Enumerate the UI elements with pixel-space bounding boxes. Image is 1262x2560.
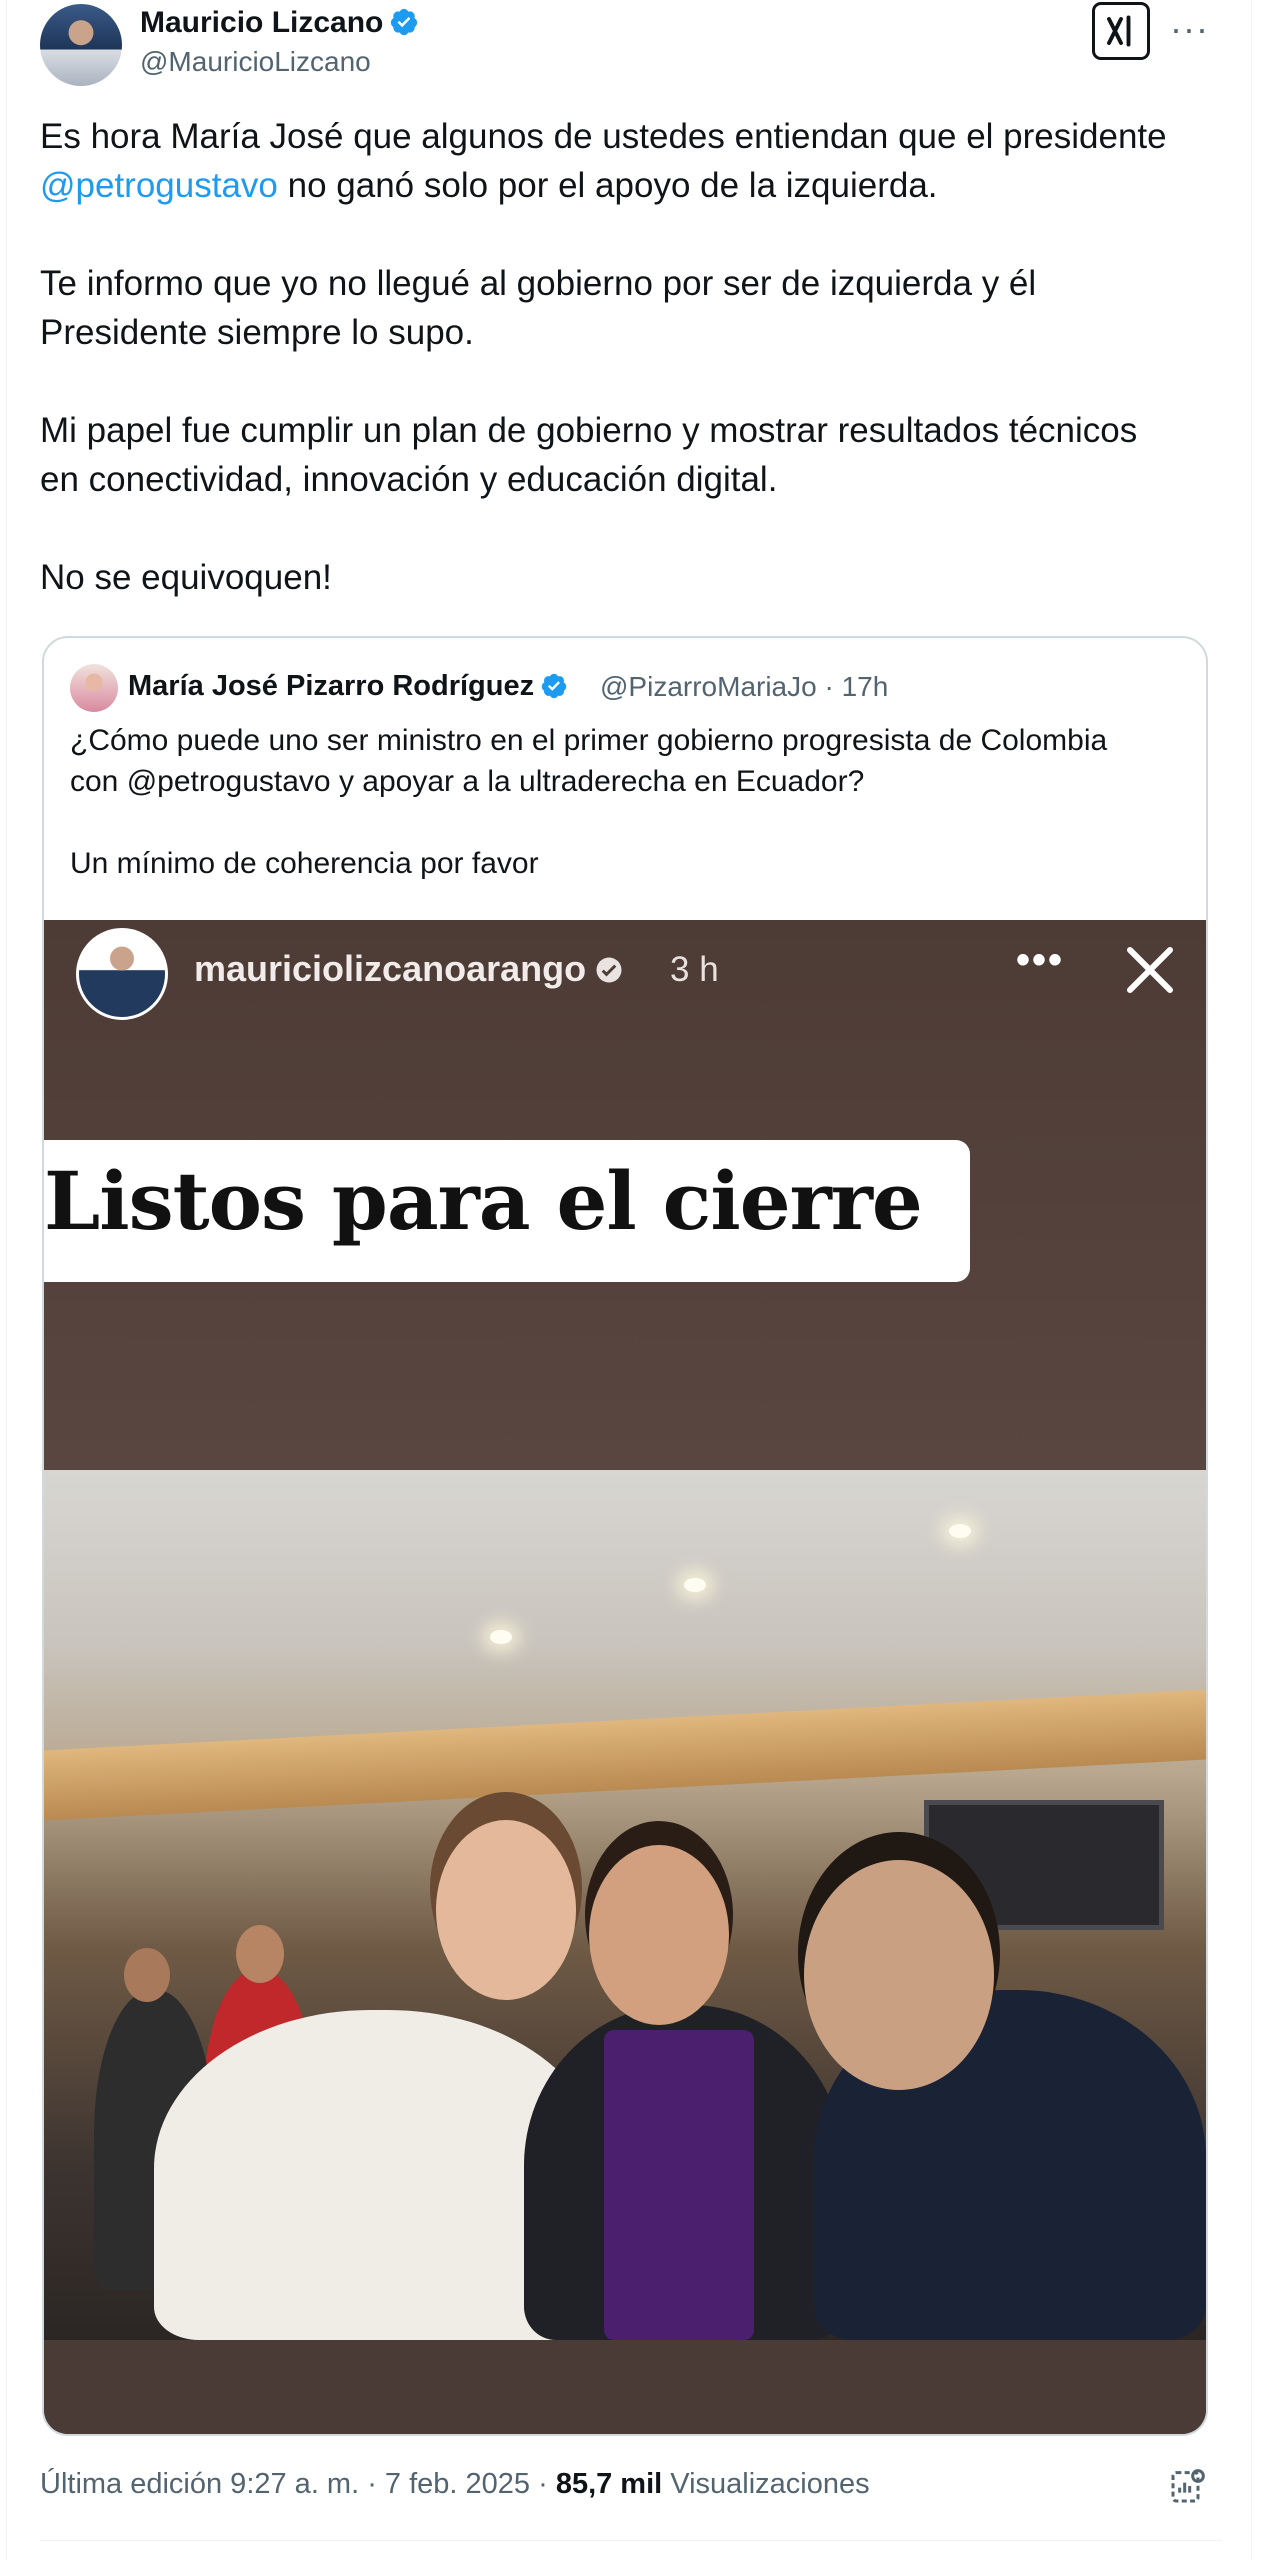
tweet-text-p3: Mi papel fue cumplir un plan de gobierno…	[40, 411, 1138, 499]
tweet-text-p1-end: no ganó solo por el apoyo de la izquierd…	[277, 166, 938, 205]
author-name[interactable]: Mauricio Lizcano	[140, 6, 383, 39]
story-verified-icon	[596, 957, 622, 983]
ceiling-light	[684, 1578, 706, 1592]
verified-badge-icon	[391, 8, 418, 36]
person-right-head	[804, 1860, 994, 2090]
story-banner-text: Listos para el cierre	[44, 1154, 923, 1248]
tweet-text-p2: Te informo que yo no llegué al gobierno …	[40, 264, 1037, 352]
group-selfie-photo	[44, 1470, 1206, 2340]
author-name-row[interactable]: Mauricio Lizcano	[140, 6, 419, 40]
quote-handle-time[interactable]: @PizarroMariaJo · 17h	[600, 671, 888, 703]
story-avatar	[76, 928, 168, 1020]
tweet-text-p4: No se equivoquen!	[40, 558, 332, 597]
views-count: 85,7 mil	[555, 2468, 663, 2500]
author-avatar[interactable]	[40, 4, 122, 86]
story-bottom-bar	[44, 2340, 1206, 2434]
ceiling-light	[949, 1524, 971, 1538]
author-handle[interactable]: @MauricioLizcano	[140, 46, 371, 78]
tweet-meta: Última edición 9:27 a. m. · 7 feb. 2025 …	[40, 2468, 870, 2501]
story-username: mauriciolizcanoarango	[194, 948, 587, 989]
views-label: Visualizaciones	[662, 2468, 870, 2500]
story-close-icon	[1127, 947, 1173, 993]
quote-text: ¿Cómo puede uno ser ministro en el prime…	[70, 724, 1108, 880]
story-more-icon: •••	[1016, 938, 1065, 982]
person-left-head	[436, 1820, 576, 2000]
grok-glyph-icon	[1107, 15, 1131, 47]
mention-link[interactable]: @petrogustavo	[40, 166, 278, 205]
quote-author-name-row[interactable]: María José Pizarro Rodríguez	[128, 670, 568, 703]
person-center-shirt	[604, 2030, 754, 2340]
ceiling-light	[490, 1630, 512, 1644]
verified-badge-icon	[541, 673, 567, 699]
divider	[40, 2540, 1222, 2541]
tweet-text-p1: Es hora María José que algunos de ustede…	[40, 117, 1167, 156]
more-options-icon[interactable]: ···	[1170, 8, 1209, 50]
story-screenshot-image[interactable]: mauriciolizcanoarango 3 h ••• Listos par…	[44, 920, 1206, 2434]
quoted-tweet[interactable]: María José Pizarro Rodríguez @PizarroMar…	[42, 636, 1208, 2436]
quote-author-name[interactable]: María José Pizarro Rodríguez	[128, 670, 534, 702]
grok-icon[interactable]	[1092, 2, 1150, 60]
story-banner: Listos para el cierre	[44, 1140, 970, 1282]
tweet-text: Es hora María José que algunos de ustede…	[40, 112, 1220, 602]
story-time: 3 h	[670, 950, 719, 989]
quote-author-avatar[interactable]	[70, 664, 118, 712]
story-username-row: mauriciolizcanoarango	[194, 948, 624, 990]
edit-timestamp[interactable]: Última edición 9:27 a. m. · 7 feb. 2025 …	[40, 2468, 556, 2500]
background-head	[236, 1925, 284, 1983]
person-center-head	[589, 1845, 729, 2025]
analytics-icon[interactable]	[1168, 2466, 1208, 2506]
background-head	[124, 1948, 170, 2002]
